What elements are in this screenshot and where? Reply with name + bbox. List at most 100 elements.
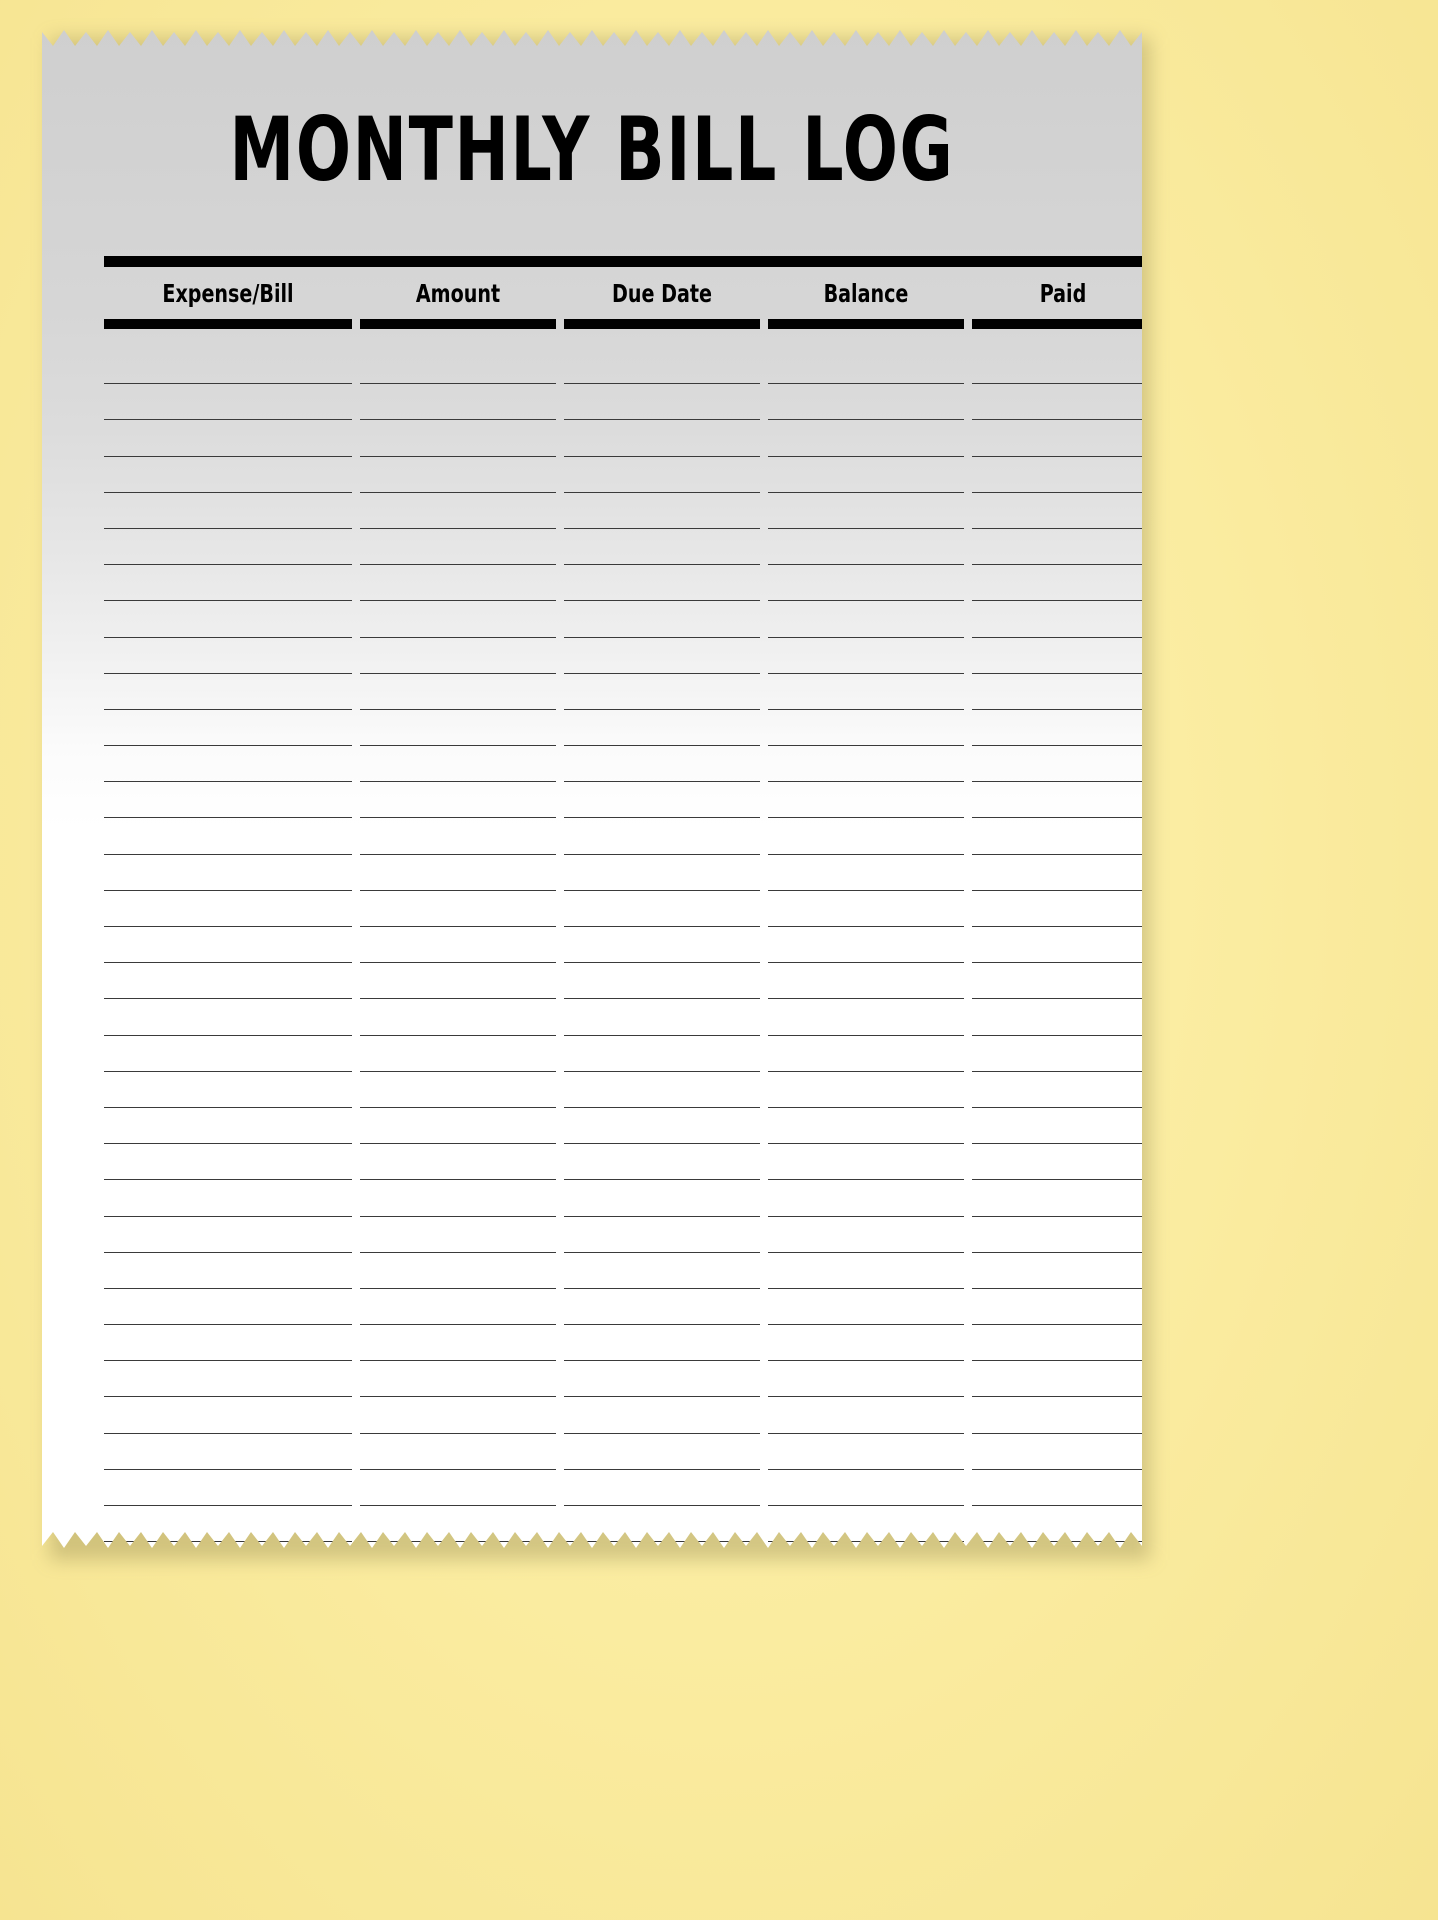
table-cell-amount[interactable] [360, 1253, 556, 1289]
table-cell-amount[interactable] [360, 1470, 556, 1506]
table-cell-balance[interactable] [768, 1470, 964, 1506]
table-cell-balance[interactable] [768, 529, 964, 566]
table-cell-expense_bill[interactable] [104, 1180, 352, 1217]
table-cell-expense_bill[interactable] [104, 999, 352, 1036]
table-cell-due_date[interactable] [564, 1180, 760, 1217]
table-cell-paid[interactable] [972, 493, 1154, 529]
table-cell-amount[interactable] [360, 529, 556, 566]
table-cell-due_date[interactable] [564, 1325, 760, 1362]
table-cell-expense_bill[interactable] [104, 638, 352, 674]
table-cell-paid[interactable] [972, 1470, 1154, 1506]
table-row[interactable] [104, 1361, 1154, 1398]
table-row[interactable] [104, 1072, 1154, 1108]
table-cell-balance[interactable] [768, 457, 964, 493]
table-cell-due_date[interactable] [564, 565, 760, 602]
table-cell-amount[interactable] [360, 746, 556, 783]
table-cell-due_date[interactable] [564, 1108, 760, 1145]
table-cell-amount[interactable] [360, 384, 556, 421]
table-row[interactable] [104, 1506, 1154, 1543]
table-cell-paid[interactable] [972, 529, 1154, 566]
table-row[interactable] [104, 1325, 1154, 1362]
table-cell-due_date[interactable] [564, 420, 760, 457]
table-cell-amount[interactable] [360, 782, 556, 819]
table-cell-due_date[interactable] [564, 1289, 760, 1326]
table-cell-balance[interactable] [768, 963, 964, 1000]
table-row[interactable] [104, 1036, 1154, 1072]
table-row[interactable] [104, 1217, 1154, 1253]
table-cell-amount[interactable] [360, 601, 556, 638]
table-cell-paid[interactable] [972, 1217, 1154, 1253]
table-cell-due_date[interactable] [564, 782, 760, 819]
table-cell-amount[interactable] [360, 674, 556, 710]
table-cell-balance[interactable] [768, 1253, 964, 1289]
table-cell-due_date[interactable] [564, 1397, 760, 1434]
table-cell-due_date[interactable] [564, 999, 760, 1036]
table-cell-paid[interactable] [972, 384, 1154, 421]
table-cell-due_date[interactable] [564, 1470, 760, 1506]
table-cell-expense_bill[interactable] [104, 1144, 352, 1181]
table-cell-expense_bill[interactable] [104, 1361, 352, 1398]
table-cell-balance[interactable] [768, 999, 964, 1036]
table-cell-paid[interactable] [972, 1289, 1154, 1326]
table-cell-paid[interactable] [972, 1325, 1154, 1362]
table-cell-amount[interactable] [360, 1506, 556, 1543]
table-cell-balance[interactable] [768, 1217, 964, 1253]
table-row[interactable] [104, 1289, 1154, 1326]
table-row[interactable] [104, 674, 1154, 710]
table-cell-amount[interactable] [360, 493, 556, 529]
table-row[interactable] [104, 1434, 1154, 1470]
table-cell-expense_bill[interactable] [104, 1470, 352, 1506]
table-cell-paid[interactable] [972, 1108, 1154, 1145]
table-cell-paid[interactable] [972, 1397, 1154, 1434]
table-cell-paid[interactable] [972, 1506, 1154, 1543]
table-cell-expense_bill[interactable] [104, 1397, 352, 1434]
table-cell-amount[interactable] [360, 1217, 556, 1253]
table-row[interactable] [104, 1180, 1154, 1217]
table-cell-expense_bill[interactable] [104, 818, 352, 855]
table-cell-due_date[interactable] [564, 1506, 760, 1543]
table-cell-balance[interactable] [768, 420, 964, 457]
table-cell-due_date[interactable] [564, 638, 760, 674]
table-cell-expense_bill[interactable] [104, 1072, 352, 1108]
table-cell-amount[interactable] [360, 638, 556, 674]
table-cell-paid[interactable] [972, 818, 1154, 855]
table-cell-expense_bill[interactable] [104, 963, 352, 1000]
table-cell-expense_bill[interactable] [104, 782, 352, 819]
table-cell-balance[interactable] [768, 384, 964, 421]
table-cell-balance[interactable] [768, 1506, 964, 1543]
table-row[interactable] [104, 1470, 1154, 1506]
table-cell-expense_bill[interactable] [104, 457, 352, 493]
table-cell-due_date[interactable] [564, 963, 760, 1000]
table-cell-expense_bill[interactable] [104, 1217, 352, 1253]
table-cell-paid[interactable] [972, 1144, 1154, 1181]
table-row[interactable] [104, 999, 1154, 1036]
table-row[interactable] [104, 746, 1154, 783]
table-cell-due_date[interactable] [564, 818, 760, 855]
table-cell-expense_bill[interactable] [104, 1036, 352, 1072]
table-cell-amount[interactable] [360, 1361, 556, 1398]
table-cell-paid[interactable] [972, 674, 1154, 710]
table-row[interactable] [104, 1144, 1154, 1181]
table-row[interactable] [104, 601, 1154, 638]
table-cell-amount[interactable] [360, 565, 556, 602]
table-cell-amount[interactable] [360, 855, 556, 891]
table-cell-expense_bill[interactable] [104, 601, 352, 638]
table-row[interactable] [104, 420, 1154, 457]
table-cell-expense_bill[interactable] [104, 1506, 352, 1543]
table-cell-expense_bill[interactable] [104, 891, 352, 927]
table-cell-due_date[interactable] [564, 1361, 760, 1398]
table-cell-expense_bill[interactable] [104, 746, 352, 783]
table-cell-due_date[interactable] [564, 457, 760, 493]
table-cell-expense_bill[interactable] [104, 927, 352, 964]
table-cell-paid[interactable] [972, 963, 1154, 1000]
table-cell-balance[interactable] [768, 638, 964, 674]
table-cell-paid[interactable] [972, 1253, 1154, 1289]
table-cell-amount[interactable] [360, 963, 556, 1000]
table-cell-paid[interactable] [972, 782, 1154, 819]
table-cell-amount[interactable] [360, 1289, 556, 1326]
table-cell-balance[interactable] [768, 565, 964, 602]
table-cell-due_date[interactable] [564, 493, 760, 529]
table-cell-amount[interactable] [360, 818, 556, 855]
table-row[interactable] [104, 710, 1154, 747]
table-cell-expense_bill[interactable] [104, 855, 352, 891]
